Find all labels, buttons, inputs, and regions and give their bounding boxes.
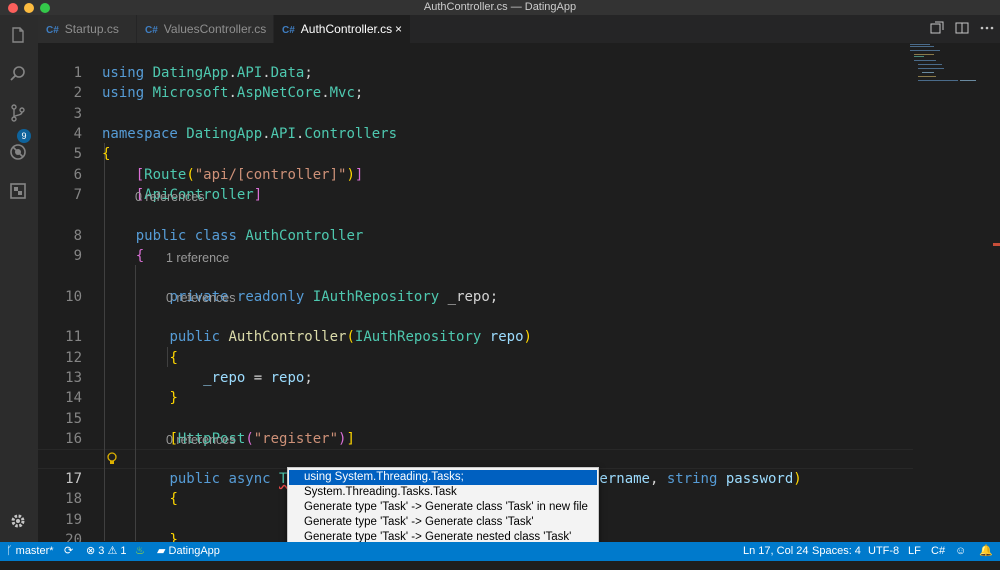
open-changes-icon[interactable] [929,21,945,37]
code-line: 9 { [38,226,908,264]
code-line: 16 [HttpPost("register")] [38,409,908,447]
tab-label: AuthController.cs [300,22,393,36]
quick-fix-item[interactable]: Generate type 'Task' -> Generate class '… [289,515,597,530]
code-line: 8 public class AuthController [38,206,908,244]
codelens-references[interactable]: 1 reference [166,249,229,267]
split-editor-icon[interactable] [954,21,970,37]
explorer-icon[interactable] [7,25,29,47]
scm-badge: 9 [17,129,31,143]
more-actions-icon[interactable] [979,21,995,37]
notifications-icon[interactable]: 🔔 [979,543,993,560]
encoding-setting[interactable]: UTF-8 [868,543,899,560]
code-line: 11 public AuthController(IAuthRepository… [38,307,908,345]
settings-gear-icon[interactable] [7,511,29,533]
folder-icon: ▰ [157,545,166,557]
debug-icon[interactable] [7,142,29,164]
project-selector[interactable]: ▰ DatingApp [157,543,220,560]
codelens-references[interactable]: 0 references [166,289,235,307]
sync-icon[interactable]: ⟳ [64,543,73,560]
tab-label: ValuesController.cs [163,22,267,36]
code-line: 14 } [38,368,908,406]
line-number: 10 [65,289,82,305]
csharp-icon: C# [145,25,158,36]
error-icon: ⊗ [86,545,96,557]
branch-name: master* [15,545,54,557]
line-number: 16 [65,431,82,447]
title-bar: AuthController.cs — DatingApp [0,0,1000,15]
code-line: 1 using DatingApp.API.Data; [38,43,908,81]
status-bar: ᚴ master* ⟳ ⊗ 3 ⚠ 1 ♨ ▰ DatingApp Ln 17,… [0,542,1000,561]
code-line: 6 [Route("api/[controller]")] [38,145,908,183]
csharp-icon: C# [46,25,59,36]
activity-bar: 9 [0,15,38,542]
indentation-setting[interactable]: Spaces: 4 [812,543,861,560]
feedback-icon[interactable]: ☺ [955,543,966,560]
lightbulb-icon[interactable] [107,452,117,466]
window-title: AuthController.cs — DatingApp [423,1,577,13]
code-line: 15 [38,389,908,427]
code-line: 5{ [38,124,908,162]
code-line: 7 [ApiController] [38,165,908,203]
code-line: 10 private readonly IAuthRepository _rep… [38,267,908,305]
language-mode[interactable]: C# [931,543,945,560]
close-tab-icon[interactable]: × [395,15,402,43]
minimap[interactable] [910,43,990,83]
warning-icon: ⚠ [107,545,118,557]
quick-fix-item[interactable]: using System.Threading.Tasks; [289,470,597,485]
flame-icon[interactable]: ♨ [135,543,145,560]
extensions-icon[interactable] [7,181,29,203]
problems-indicator[interactable]: ⊗ 3 ⚠ 1 [86,543,127,560]
tab-label: Startup.cs [64,22,119,36]
git-branch-icon: ᚴ [6,545,16,557]
error-count: 3 [98,545,105,557]
code-line: 4 namespace DatingApp.API.Controllers [38,104,908,142]
code-line: 3 [38,84,908,122]
codelens-references[interactable]: 0 references [135,188,204,206]
code-line: 12 { [38,328,908,366]
tab-values-controller[interactable]: C# ValuesController.cs [137,15,273,43]
tab-auth-controller[interactable]: C# AuthController.cs × [274,15,410,43]
quick-fix-menu: using System.Threading.Tasks; System.Thr… [287,467,599,547]
tab-bar: C# Startup.cs C# ValuesController.cs C# Aut… [38,15,1000,43]
branch-indicator[interactable]: ᚴ master* [6,543,54,560]
eol-setting[interactable]: LF [908,543,921,560]
csharp-icon: C# [282,25,295,36]
code-line-current: 17 public async Task<IActionResult> Regi… [38,449,908,487]
scrollbar-error-marker [993,243,1000,246]
tab-startup[interactable]: C# Startup.cs [38,15,136,43]
cursor-position[interactable]: Ln 17, Col 24 [743,543,808,560]
line-number: 7 [73,187,82,203]
project-name: DatingApp [168,545,220,557]
code-line: 13 _repo = repo; [38,348,908,386]
code-line: 2 using Microsoft.AspNetCore.Mvc; [38,63,908,101]
codelens-references[interactable]: 0 references [166,431,235,449]
line-number: 9 [73,248,82,264]
quick-fix-item[interactable]: Generate type 'Task' -> Generate class '… [289,500,597,515]
warning-count: 1 [120,545,127,557]
quick-fix-item[interactable]: System.Threading.Tasks.Task [289,485,597,500]
search-icon[interactable] [7,64,29,86]
source-control-icon[interactable] [7,103,29,125]
